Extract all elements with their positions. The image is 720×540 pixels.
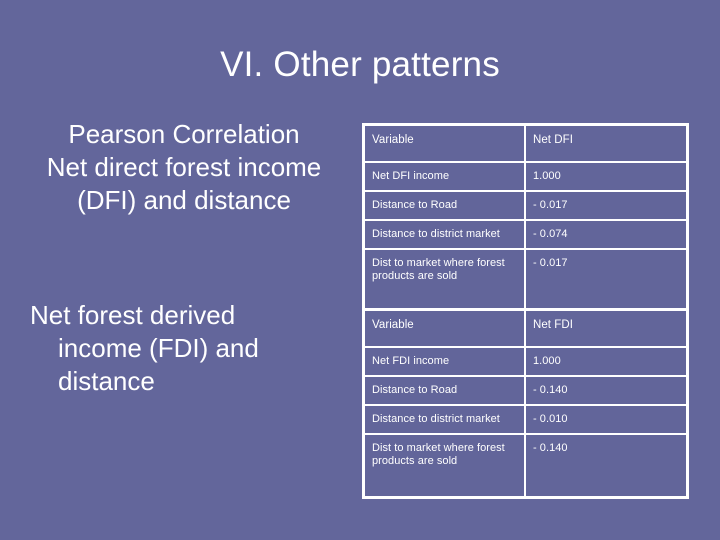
cell-text: Variable — [372, 319, 414, 331]
table-header-row: Variable Net DFI — [362, 123, 689, 163]
paragraph-block-fdi: Net forest derived income (FDI) and dist… — [14, 299, 354, 398]
cell-text: Dist to market where forest products are… — [372, 257, 505, 282]
table-row: Distance to Road - 0.017 — [362, 190, 689, 221]
table-cell-variable: Dist to market where forest products are… — [362, 248, 526, 314]
cell-text: - 0.140 — [532, 442, 568, 454]
cell-text: - 0.074 — [532, 228, 568, 240]
table-cell-value: - 0.140 — [523, 375, 689, 406]
cell-text: - 0.140 — [532, 384, 568, 396]
paragraph-line: distance — [58, 366, 155, 396]
cell-text: Distance to district market — [372, 228, 500, 240]
cell-text: Net DFI — [532, 134, 573, 146]
table-row: Distance to district market - 0.010 — [362, 404, 689, 435]
cell-text: Net FDI income — [372, 355, 450, 367]
paragraph-line: Net direct forest income — [46, 152, 322, 182]
slide-canvas: VI. Other patterns Pearson Correlation N… — [0, 0, 720, 540]
table-cell-variable: Net FDI income — [362, 346, 526, 377]
table-header-cell-variable: Variable — [362, 308, 526, 348]
cell-text: Net DFI income — [372, 170, 450, 182]
table-cell-value: - 0.140 — [523, 433, 689, 499]
cell-text: Variable — [372, 134, 414, 146]
cell-text: Distance to Road — [372, 199, 458, 211]
table-row: Distance to district market - 0.074 — [362, 219, 689, 250]
correlation-table-dfi: Variable Net DFI Net DFI income 1.000 Di… — [362, 123, 689, 314]
table-cell-variable: Distance to district market — [362, 219, 526, 250]
table-row: Net FDI income 1.000 — [362, 346, 689, 377]
cell-text: Net FDI — [532, 319, 573, 331]
cell-text: - 0.010 — [532, 413, 568, 425]
table-cell-variable: Distance to district market — [362, 404, 526, 435]
table-header-cell-variable: Variable — [362, 123, 526, 163]
paragraph-line: income (FDI) and — [58, 333, 259, 363]
table-row: Distance to Road - 0.140 — [362, 375, 689, 406]
table-cell-variable: Distance to Road — [362, 375, 526, 406]
table-header-cell-value: Net DFI — [523, 123, 689, 163]
cell-text: 1.000 — [532, 170, 561, 182]
table-header-cell-value: Net FDI — [523, 308, 689, 348]
cell-text: - 0.017 — [532, 257, 568, 269]
cell-text: Dist to market where forest products are… — [372, 442, 505, 467]
table-cell-value: 1.000 — [523, 161, 689, 192]
table-row: Dist to market where forest products are… — [362, 248, 689, 314]
cell-text: - 0.017 — [532, 199, 568, 211]
table-row: Dist to market where forest products are… — [362, 433, 689, 499]
table-cell-value: - 0.017 — [523, 248, 689, 314]
cell-text: Distance to Road — [372, 384, 458, 396]
left-text-column: Pearson Correlation Net direct forest in… — [14, 118, 354, 398]
table-cell-variable: Net DFI income — [362, 161, 526, 192]
table-cell-variable: Distance to Road — [362, 190, 526, 221]
table-cell-value: - 0.074 — [523, 219, 689, 250]
table-header-row: Variable Net FDI — [362, 308, 689, 348]
cell-text: Distance to district market — [372, 413, 500, 425]
cell-text: 1.000 — [532, 355, 561, 367]
paragraph-line: Net forest derived — [30, 300, 236, 330]
paragraph-line: Pearson Correlation — [68, 119, 300, 149]
paragraph-line: (DFI) and distance — [77, 185, 291, 215]
page-title: VI. Other patterns — [220, 45, 500, 84]
correlation-table-fdi: Variable Net FDI Net FDI income 1.000 Di… — [362, 308, 689, 499]
table-cell-value: 1.000 — [523, 346, 689, 377]
table-row: Net DFI income 1.000 — [362, 161, 689, 192]
table-cell-variable: Dist to market where forest products are… — [362, 433, 526, 499]
paragraph-block-dfi: Pearson Correlation Net direct forest in… — [14, 118, 354, 217]
table-cell-value: - 0.010 — [523, 404, 689, 435]
table-cell-value: - 0.017 — [523, 190, 689, 221]
